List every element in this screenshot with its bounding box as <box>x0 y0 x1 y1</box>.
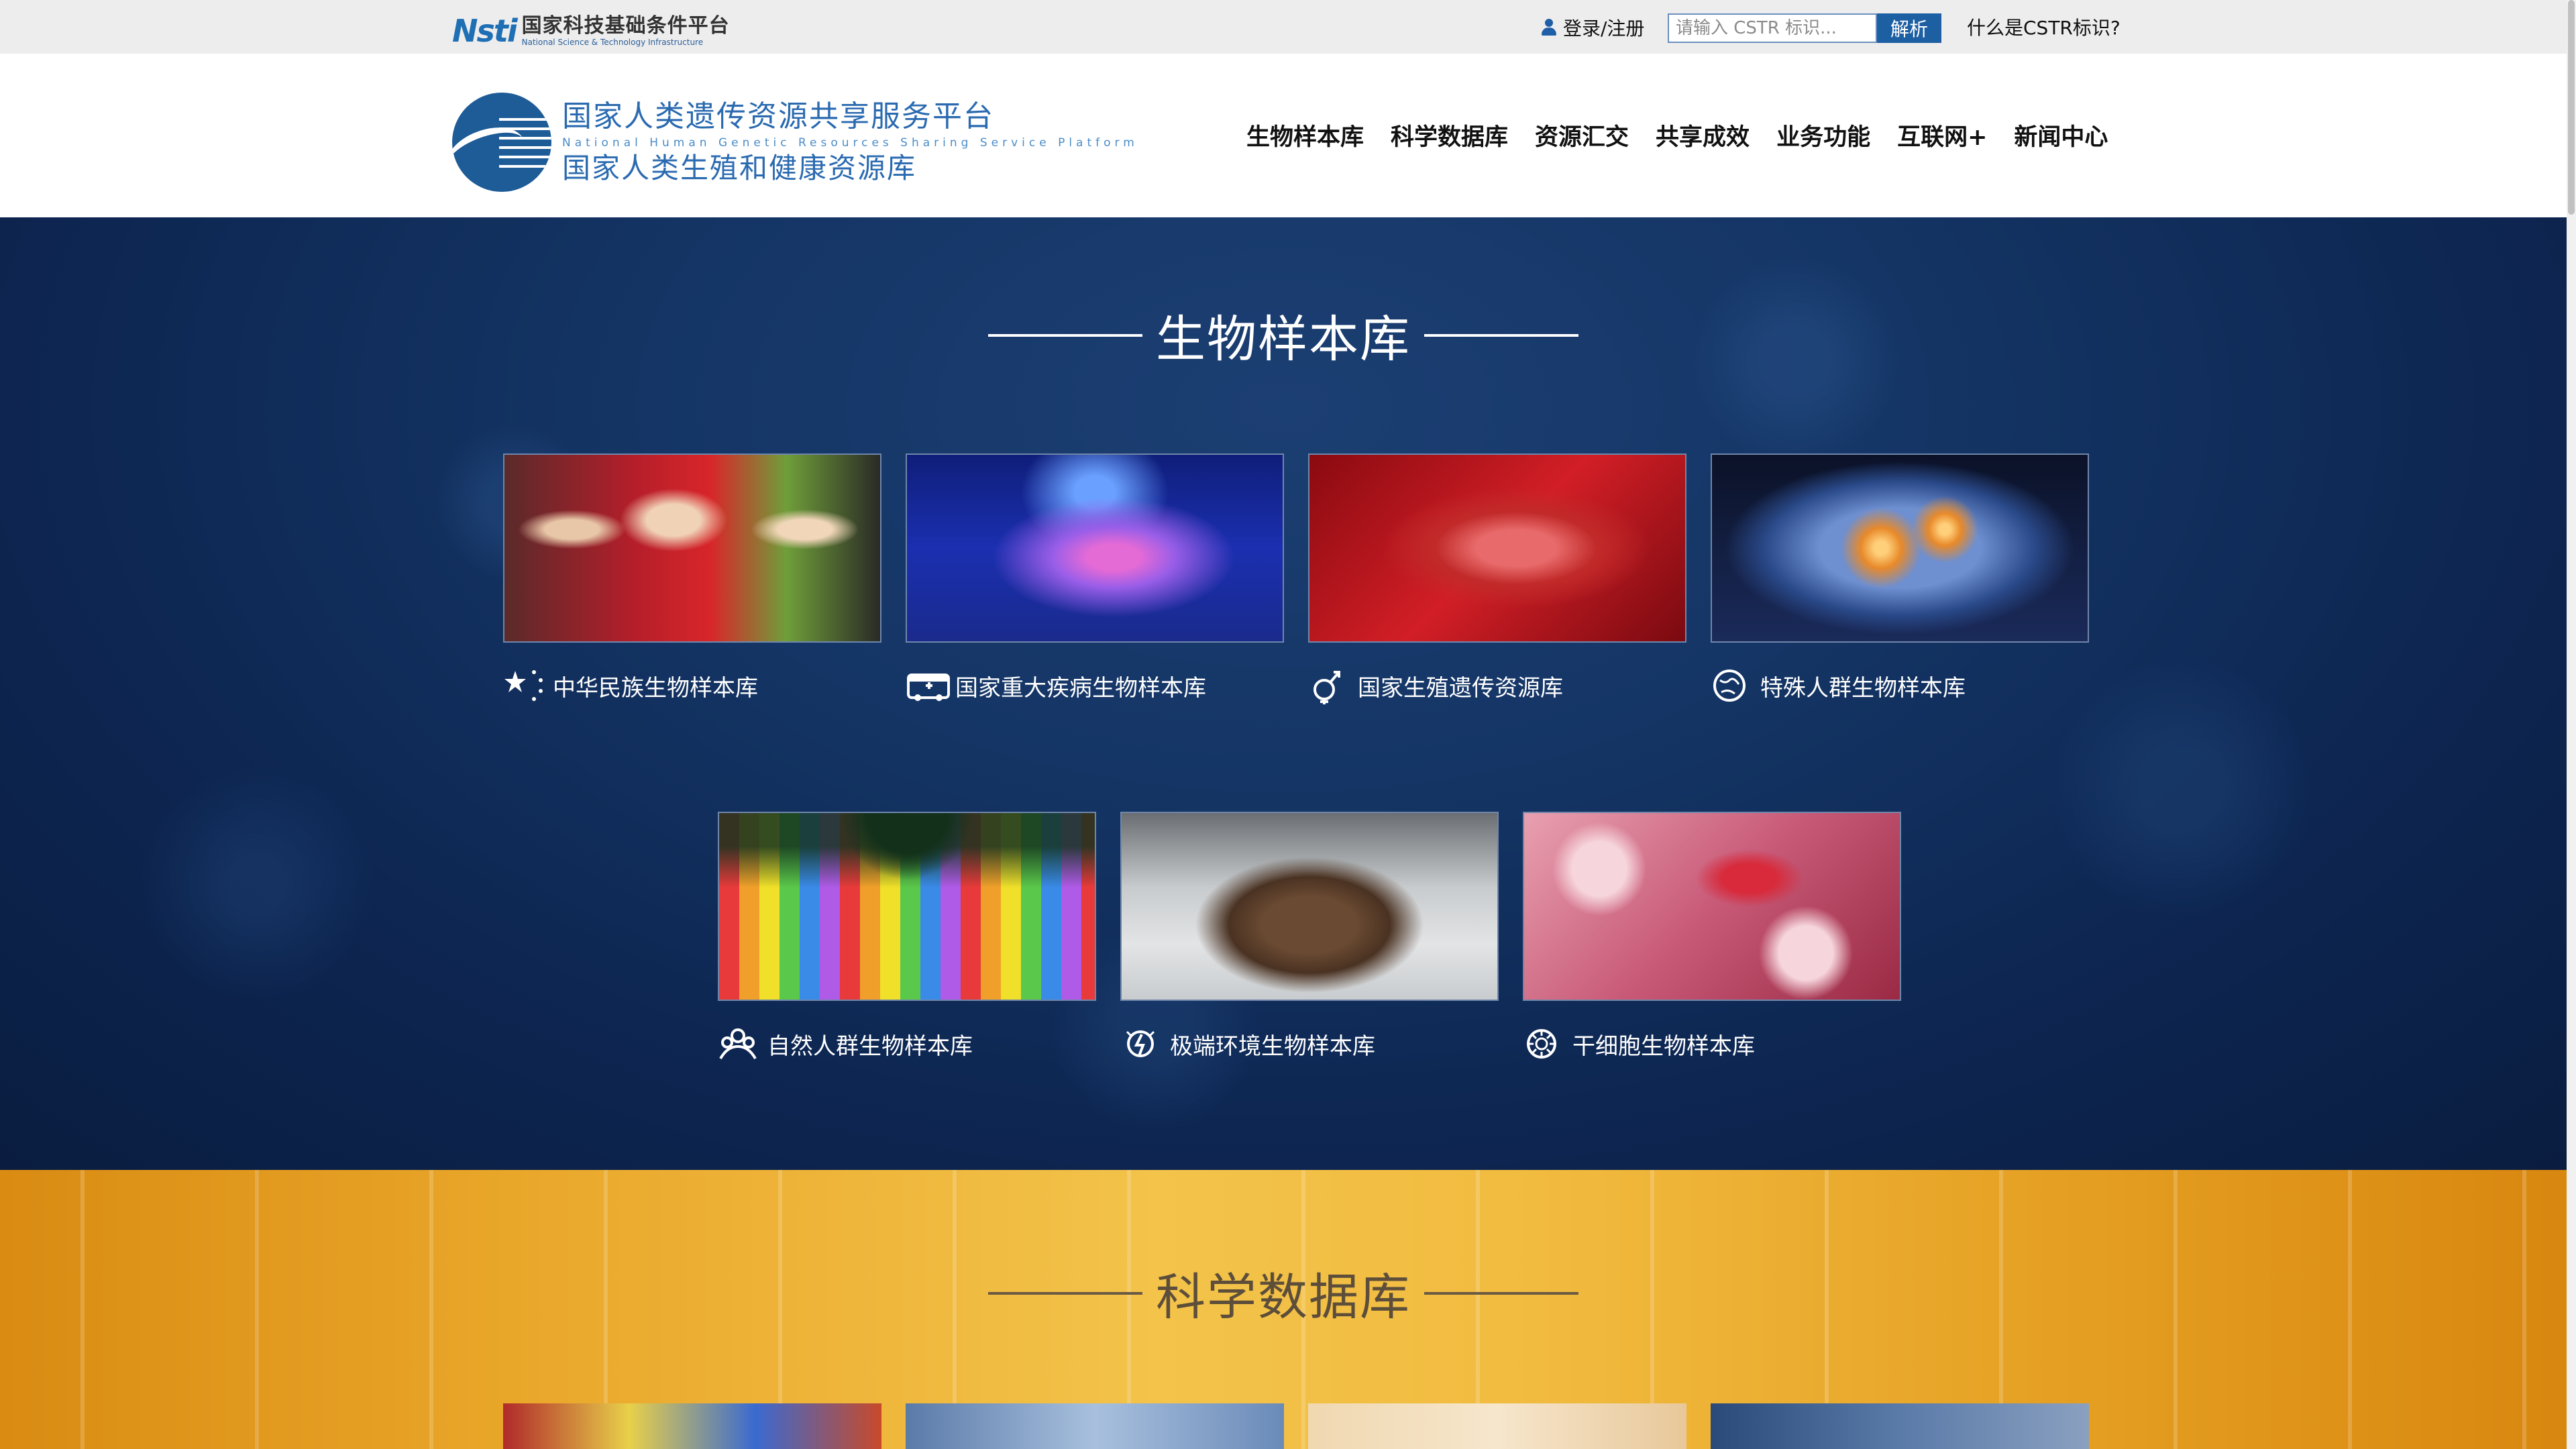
biobank-card-stem-cell[interactable]: 干细胞生物样本库 <box>1523 812 1901 1064</box>
nav-item-biobank[interactable]: 生物样本库 <box>1246 114 1364 161</box>
storm-icon <box>1120 1024 1170 1064</box>
biobank-section: 生物样本库 中华民族生物样本库 国家重大疾病生物样本库 国家生殖遗传资源库 特殊… <box>0 217 2567 1170</box>
stars-icon <box>503 665 553 706</box>
biobank-card-ethnic[interactable]: 中华民族生物样本库 <box>503 453 881 706</box>
child-in-fur-image <box>1120 812 1499 1001</box>
login-link[interactable]: 登录/注册 <box>1540 13 1644 42</box>
site-header: 国家人类遗传资源共享服务平台 National Human Genetic Re… <box>0 54 2567 217</box>
what-is-cstr-link[interactable]: 什么是CSTR标识? <box>1967 15 2121 42</box>
card-caption: 国家生殖遗传资源库 <box>1308 665 1686 706</box>
fetus-image <box>1308 453 1686 643</box>
nav-item-internet-plus[interactable]: 互联网+ <box>1897 114 1987 161</box>
cell-icon <box>1523 1024 1572 1064</box>
card-label: 中华民族生物样本库 <box>553 674 758 702</box>
people-silhouettes-image <box>718 812 1096 1001</box>
science-card-image[interactable] <box>1711 1403 2089 1449</box>
nav-item-resource-submission[interactable]: 资源汇交 <box>1535 114 1629 161</box>
title-rule-left <box>988 333 1142 337</box>
login-label: 登录/注册 <box>1563 17 1645 40</box>
logo-en-title: National Human Genetic Resources Sharing… <box>562 136 1138 150</box>
logo-subtitle: 国家人类生殖和健康资源库 <box>562 152 917 184</box>
logo-title: 国家人类遗传资源共享服务平台 <box>562 99 994 133</box>
card-caption: 极端环境生物样本库 <box>1120 1024 1499 1064</box>
gender-icon <box>1308 665 1358 706</box>
title-rule-left <box>988 1291 1142 1295</box>
card-label: 自然人群生物样本库 <box>767 1032 973 1060</box>
ethnic-groups-image <box>503 453 881 643</box>
nsti-logo[interactable]: Nsti 国家科技基础条件平台 National Science & Techn… <box>452 13 730 49</box>
biobank-card-extreme-environment[interactable]: 极端环境生物样本库 <box>1120 812 1499 1064</box>
title-rule-right <box>1424 1291 1578 1295</box>
logo-emblem-icon <box>452 93 551 192</box>
biobank-card-special-population[interactable]: 特殊人群生物样本库 <box>1711 453 2089 706</box>
nav-item-sharing-results[interactable]: 共享成效 <box>1656 114 1750 161</box>
title-rule-right <box>1424 333 1578 337</box>
people-icon <box>718 1024 767 1064</box>
nav-item-business-functions[interactable]: 业务功能 <box>1776 114 1870 161</box>
logo-text: 国家人类遗传资源共享服务平台 National Human Genetic Re… <box>562 99 1138 186</box>
card-label: 国家重大疾病生物样本库 <box>955 674 1206 702</box>
science-section-title: 科学数据库 <box>0 1257 2567 1329</box>
nav-item-news-center[interactable]: 新闻中心 <box>2014 114 2108 161</box>
card-caption: 自然人群生物样本库 <box>718 1024 1096 1064</box>
card-label: 极端环境生物样本库 <box>1170 1032 1375 1060</box>
science-card-image[interactable] <box>503 1403 881 1449</box>
brain-image <box>1711 453 2089 643</box>
ambulance-icon <box>906 665 955 706</box>
page-scrollbar[interactable] <box>2567 0 2576 1449</box>
user-icon <box>1540 17 1558 38</box>
biobank-card-natural-population[interactable]: 自然人群生物样本库 <box>718 812 1096 1064</box>
nsti-name: 国家科技基础条件平台 <box>521 13 730 38</box>
nsti-en-name: National Science & Technology Infrastruc… <box>521 37 704 47</box>
science-card-image[interactable] <box>906 1403 1284 1449</box>
nav-item-science-data[interactable]: 科学数据库 <box>1391 114 1508 161</box>
parse-button[interactable]: 解析 <box>1877 13 1941 43</box>
cstr-search-input[interactable] <box>1668 13 1877 43</box>
biobank-title-text: 生物样本库 <box>1156 311 1411 368</box>
card-caption: 干细胞生物样本库 <box>1523 1024 1901 1064</box>
scrollbar-thumb[interactable] <box>2568 0 2575 215</box>
card-caption: 特殊人群生物样本库 <box>1711 665 2089 706</box>
card-caption: 中华民族生物样本库 <box>503 665 881 706</box>
site-logo[interactable]: 国家人类遗传资源共享服务平台 National Human Genetic Re… <box>452 93 1138 192</box>
science-title-text: 科学数据库 <box>1156 1269 1411 1326</box>
card-label: 干细胞生物样本库 <box>1572 1032 1755 1060</box>
biobank-card-reproductive[interactable]: 国家生殖遗传资源库 <box>1308 453 1686 706</box>
skeleton-xray-image <box>906 453 1284 643</box>
globe-icon <box>1711 665 1760 706</box>
card-label: 国家生殖遗传资源库 <box>1358 674 1563 702</box>
nsti-text: 国家科技基础条件平台 National Science & Technology… <box>521 13 730 47</box>
card-caption: 国家重大疾病生物样本库 <box>906 665 1284 706</box>
top-utility-bar: Nsti 国家科技基础条件平台 National Science & Techn… <box>0 0 2576 54</box>
science-card-image[interactable] <box>1308 1403 1686 1449</box>
science-data-section: 科学数据库 <box>0 1170 2567 1449</box>
nsti-mark: Nsti <box>452 13 518 49</box>
biobank-card-major-disease[interactable]: 国家重大疾病生物样本库 <box>906 453 1284 706</box>
card-label: 特殊人群生物样本库 <box>1760 674 1966 702</box>
main-nav: 生物样本库 科学数据库 资源汇交 共享成效 业务功能 互联网+ 新闻中心 <box>1246 114 2108 161</box>
blood-cells-image <box>1523 812 1901 1001</box>
biobank-section-title: 生物样本库 <box>0 299 2567 371</box>
